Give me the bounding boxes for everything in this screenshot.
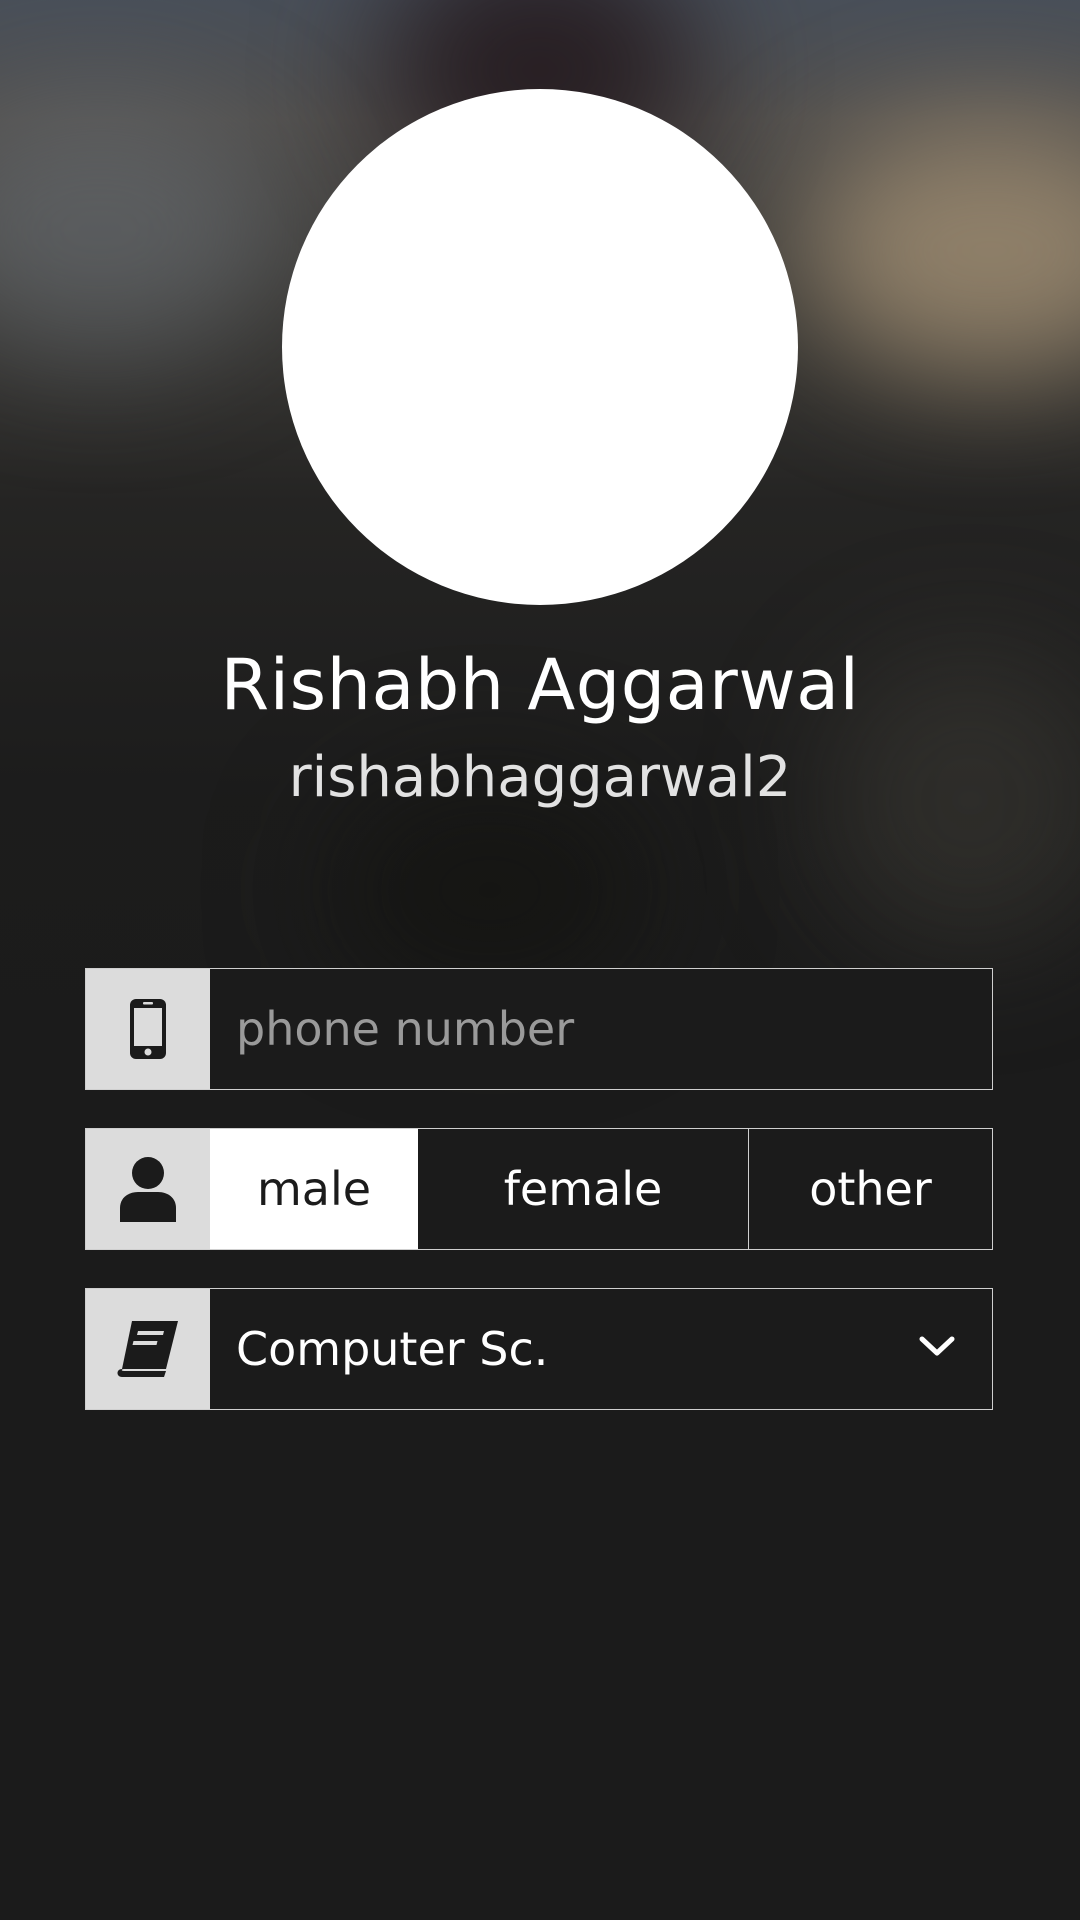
department-dropdown[interactable]: Computer Sc. (85, 1288, 993, 1410)
profile-name: Rishabh Aggarwal (220, 644, 860, 726)
dropdown-toggle[interactable] (882, 1289, 992, 1409)
gender-option-female[interactable]: female (418, 1129, 749, 1249)
mobile-phone-icon (129, 998, 167, 1060)
gender-icon-cell (86, 1129, 210, 1249)
gender-selector-row: male female other (85, 1128, 993, 1250)
phone-icon-cell (86, 969, 210, 1089)
department-icon-cell (86, 1289, 210, 1409)
chevron-down-icon (919, 1336, 955, 1362)
phone-number-input[interactable] (210, 969, 992, 1089)
user-icon (118, 1156, 178, 1222)
profile-username: rishabhaggarwal2 (288, 745, 792, 810)
phone-field-row (85, 968, 993, 1090)
gender-option-other[interactable]: other (749, 1129, 992, 1249)
department-selected-value: Computer Sc. (236, 1322, 549, 1376)
gender-option-male[interactable]: male (210, 1129, 418, 1249)
book-icon (116, 1319, 180, 1379)
avatar[interactable] (282, 89, 798, 605)
